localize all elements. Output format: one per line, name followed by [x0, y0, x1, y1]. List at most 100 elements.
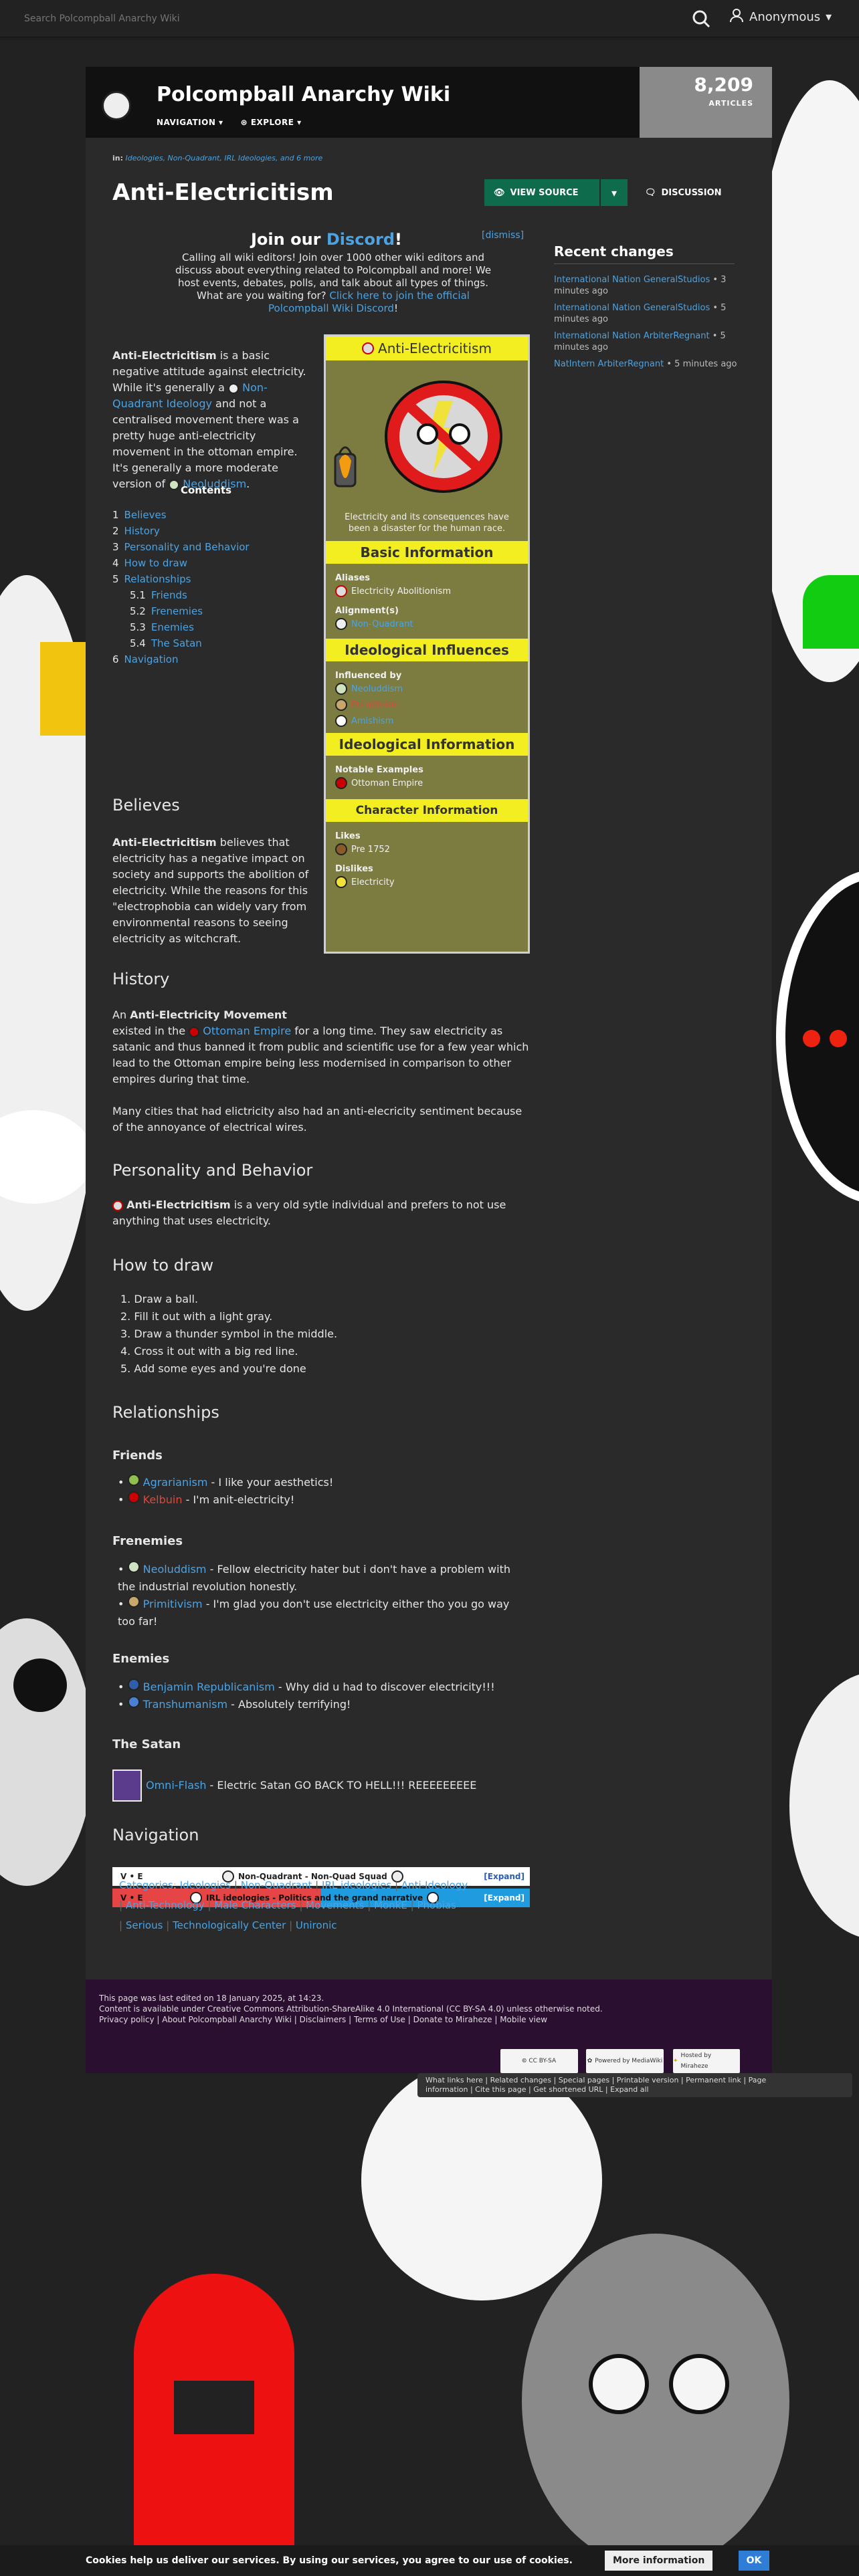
infobox-value: Pre 1752 — [326, 841, 528, 857]
list-item: Omni-Flash - Electric Satan GO BACK TO H… — [112, 1769, 527, 1802]
toc-item[interactable]: 5.1 Friends — [112, 587, 280, 603]
user-icon — [729, 8, 744, 26]
sitenotice-body: Calling all wiki editors! Join over 1000… — [175, 251, 492, 314]
infobox-label: Alignment(s) — [335, 606, 399, 616]
discussion-button[interactable]: 🗨 DISCUSSION — [645, 179, 722, 206]
section-heading-history: History — [112, 970, 170, 988]
infobox-image — [326, 360, 528, 512]
anti-electricitism-ball-icon — [112, 1200, 123, 1211]
toc-title: Contents — [180, 484, 232, 496]
list-item: 1. Draw a ball. — [120, 1293, 199, 1305]
cookie-more-info-button[interactable]: More information — [605, 2551, 713, 2571]
cc-icon: 🅭 — [522, 2058, 527, 2064]
search-input[interactable] — [13, 5, 689, 32]
discord-link[interactable]: Discord — [326, 230, 395, 249]
infobox-value[interactable]: Amishism — [326, 713, 528, 729]
list-item: • Agrarianism - I like your aesthetics! — [118, 1474, 526, 1491]
site-nav: NAVIGATION ▾ ⊛ EXPLORE ▾ — [157, 118, 302, 127]
intro-paragraph: Anti-Electricitism is a basic negative a… — [112, 349, 306, 490]
categories-box: Categories: Ideologies | Non-Quadrant | … — [119, 1879, 468, 1931]
page-tools-bar: What links here | Related changes | Spec… — [417, 2073, 852, 2097]
amishism-ball-icon — [335, 715, 347, 727]
non-quadrant-ball-icon — [335, 618, 347, 630]
categories-label[interactable]: Categories — [119, 1879, 173, 1891]
omni-flash-icon — [112, 1769, 142, 1802]
neoluddism-ball-icon — [127, 1561, 140, 1573]
category-link[interactable]: MonkE — [374, 1899, 407, 1911]
list-item: • Primitivism - I'm glad you don't use e… — [118, 1596, 526, 1630]
category-link[interactable]: Technologically Center — [173, 1919, 286, 1931]
infobox-label: Dislikes — [335, 864, 373, 874]
eye-icon: 👁 — [494, 187, 505, 198]
toc-item[interactable]: 5 Relationships — [112, 571, 280, 587]
toc-item[interactable]: 4 How to draw — [112, 555, 280, 571]
toc-item[interactable]: 5.4 The Satan — [112, 635, 280, 651]
infobox-value[interactable]: Neoluddism — [326, 681, 528, 697]
recent-changes-title: Recent changes — [554, 243, 735, 264]
cookie-ok-button[interactable]: OK — [739, 2551, 769, 2571]
list-item: 3. Draw a thunder symbol in the middle. — [120, 1327, 338, 1340]
view-source-button[interactable]: 👁 VIEW SOURCE — [484, 179, 599, 206]
nav-explore[interactable]: ⊛ EXPLORE ▾ — [241, 118, 302, 127]
user-label: Anonymous — [749, 10, 821, 24]
category-link[interactable]: Anti-Ideology — [401, 1879, 468, 1891]
list-item: • Neoluddism - Fellow electricity hater … — [118, 1561, 526, 1596]
kelbuin-ball-icon — [127, 1491, 140, 1503]
toc-item[interactable]: 3 Personality and Behavior — [112, 539, 280, 555]
page-tools-line[interactable]: information | Cite this page | Get short… — [425, 2085, 844, 2095]
benjamin-republicanism-ball-icon — [127, 1679, 140, 1691]
site-title[interactable]: Polcompball Anarchy Wiki — [157, 83, 450, 106]
category-link[interactable]: Non-Quadrant — [241, 1879, 312, 1891]
category-link[interactable]: Phobias — [417, 1899, 456, 1911]
category-link[interactable]: IRL ideologies — [322, 1879, 391, 1891]
ottoman-ball-icon — [189, 1026, 200, 1037]
miraheze-icon: ✦ — [673, 2058, 678, 2064]
toc-item[interactable]: 5.3 Enemies — [112, 619, 280, 635]
infobox-section-character: Character Information — [326, 799, 528, 822]
last-edited: This page was last edited on 18 January … — [99, 1994, 324, 2003]
infobox-value[interactable]: Primitivism — [326, 697, 528, 713]
category-link[interactable]: Male Characters — [214, 1899, 296, 1911]
recent-change-item: International Nation GeneralStudios • 3 … — [554, 275, 727, 296]
toc-item[interactable]: 6 Navigation — [112, 651, 280, 667]
infobox-value[interactable]: Ottoman Empire — [326, 775, 528, 791]
infobox-value[interactable]: Non-Quadrant — [326, 616, 528, 632]
page-actions-dropdown[interactable]: ▾ — [601, 179, 628, 206]
section-heading-personality: Personality and Behavior — [112, 1161, 313, 1180]
page-footer: This page was last edited on 18 January … — [86, 1979, 772, 2073]
cookie-banner: Cookies help us deliver our services. By… — [0, 2545, 859, 2576]
category-link[interactable]: Anti-Technology — [126, 1899, 205, 1911]
sitenotice-title: Join our Discord! — [251, 230, 402, 249]
category-link[interactable]: Unironic — [296, 1919, 337, 1931]
primitivism-ball-icon — [335, 699, 347, 711]
category-link[interactable]: Ideologies — [180, 1879, 231, 1891]
nav-navigation[interactable]: NAVIGATION ▾ — [157, 118, 223, 127]
friends-heading: Friends — [112, 1448, 163, 1463]
infobox-title: Anti-Electricitism — [326, 336, 528, 360]
mediawiki-badge[interactable]: ✿ Powered by MediaWiki — [586, 2049, 664, 2073]
electricity-icon — [335, 876, 347, 888]
list-item: • Kelbuin - I'm anit-electricity! — [118, 1491, 526, 1509]
articles-stat[interactable]: 8,209 ARTICLES — [640, 67, 772, 138]
page-tools-line[interactable]: What links here | Related changes | Spec… — [425, 2076, 844, 2085]
miraheze-badge[interactable]: ✦ Hosted by Miraheze — [673, 2049, 740, 2073]
infobox-section-basic: Basic Information — [326, 541, 528, 564]
toc-item[interactable]: 2 History — [112, 523, 280, 539]
speech-bubble-icon: 🗨 — [645, 187, 656, 198]
cookie-text: Cookies help us deliver our services. By… — [86, 2555, 573, 2566]
toc-item[interactable]: 5.2 Frenemies — [112, 603, 280, 619]
footer-links[interactable]: Privacy policy | About Polcompball Anarc… — [99, 2014, 759, 2025]
agrarianism-ball-icon — [127, 1474, 140, 1486]
toc-item[interactable]: 1 Believes — [112, 507, 280, 523]
pre-1752-icon — [335, 843, 347, 855]
wiki-container: Polcompball Anarchy Wiki NAVIGATION ▾ ⊛ … — [86, 67, 772, 2073]
cc-badge[interactable]: 🅭 CC BY-SA — [500, 2049, 578, 2073]
site-header: Polcompball Anarchy Wiki NAVIGATION ▾ ⊛ … — [86, 67, 772, 138]
search-icon[interactable] — [689, 7, 713, 31]
category-link[interactable]: Movements — [306, 1899, 364, 1911]
category-link[interactable]: Serious — [126, 1919, 163, 1931]
breadcrumb-links[interactable]: Ideologies, Non-Quadrant, IRL Ideologies… — [126, 154, 323, 163]
user-menu[interactable]: Anonymous ▾ — [729, 8, 832, 26]
enemies-heading: Enemies — [112, 1652, 170, 1666]
site-logo[interactable] — [102, 91, 131, 120]
